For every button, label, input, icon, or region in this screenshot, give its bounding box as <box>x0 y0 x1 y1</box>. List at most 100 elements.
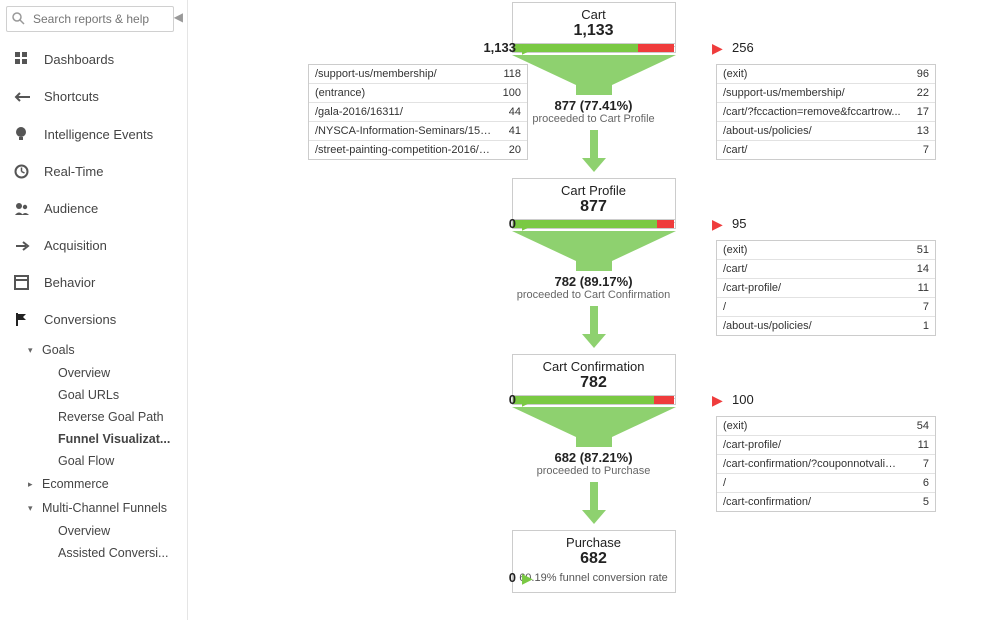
count-cell: 14 <box>901 261 929 277</box>
table-row[interactable]: /support-us/membership/22 <box>717 84 935 103</box>
table-row[interactable]: /cart-confirmation/?couponnotvalid=17 <box>717 455 935 474</box>
nav-audience[interactable]: Audience <box>0 190 187 227</box>
path-cell: / <box>723 475 901 491</box>
stage-cart-confirmation: Cart Confirmation 782 <box>512 354 676 399</box>
stage-title: Purchase <box>519 535 669 550</box>
behavior-icon <box>14 275 32 290</box>
subnav-mcf-assisted[interactable]: Assisted Conversi... <box>24 542 187 564</box>
path-cell: / <box>723 299 901 315</box>
nav-label: Acquisition <box>44 238 107 253</box>
count-cell: 17 <box>901 104 929 120</box>
arrow-down-icon <box>579 306 609 348</box>
table-row[interactable]: (exit)54 <box>717 417 935 436</box>
path-cell: (exit) <box>723 66 901 82</box>
nav-shortcuts[interactable]: Shortcuts <box>0 78 187 115</box>
table-row[interactable]: /about-us/policies/13 <box>717 122 935 141</box>
exits-count: 100 <box>732 392 754 407</box>
funnel-shape-icon <box>512 231 676 271</box>
table-row[interactable]: /7 <box>717 298 935 317</box>
nav-label: Behavior <box>44 275 95 290</box>
nav-realtime[interactable]: Real-Time <box>0 153 187 190</box>
table-row[interactable]: (entrance)100 <box>309 84 527 103</box>
proceed-sub: proceeded to Cart Profile <box>532 113 654 125</box>
count-cell: 51 <box>901 242 929 258</box>
proceed-label: 877 (77.41%) proceeded to Cart Profile <box>532 98 654 125</box>
nav-conversions[interactable]: Conversions <box>0 301 187 338</box>
search-input[interactable] <box>6 6 174 32</box>
shortcuts-icon <box>14 92 32 102</box>
subnav-goals[interactable]: Goals <box>24 338 187 362</box>
stage-cart-profile: Cart Profile 877 <box>512 178 676 223</box>
path-cell: /street-painting-competition-2016/16... <box>315 142 493 158</box>
subnav-label: Ecommerce <box>42 477 109 491</box>
collapse-sidebar-icon[interactable]: ◀ <box>174 10 183 24</box>
stage-title: Cart Profile <box>519 183 669 198</box>
subnav-goal-urls[interactable]: Goal URLs <box>24 384 187 406</box>
table-row[interactable]: /cart-profile/11 <box>717 436 935 455</box>
count-cell: 1 <box>901 318 929 334</box>
sidebar: ◀ Dashboards Shortcuts Intelligence Even… <box>0 0 188 620</box>
path-cell: /NYSCA-Information-Seminars/15959/ <box>315 123 493 139</box>
path-cell: (exit) <box>723 242 901 258</box>
nav-label: Shortcuts <box>44 89 99 104</box>
nav-dashboards[interactable]: Dashboards <box>0 40 187 78</box>
table-row[interactable]: /6 <box>717 474 935 493</box>
stage-bar-cart-confirmation <box>512 395 676 405</box>
entries-count: 1,133 <box>466 40 516 55</box>
count-cell: 5 <box>901 494 929 510</box>
exits-triangle-icon: ▶ <box>712 392 723 409</box>
nav-intelligence[interactable]: Intelligence Events <box>0 115 187 153</box>
table-row[interactable]: /cart-confirmation/5 <box>717 493 935 511</box>
exit-paths-table: (exit)96/support-us/membership/22/cart/?… <box>716 64 936 160</box>
table-row[interactable]: /cart/?fccaction=remove&fccartrow...17 <box>717 103 935 122</box>
funnel-report: Cart 1,133 1,133 ▶ ▶ 256 /support-us/mem… <box>188 0 999 620</box>
path-cell: /support-us/membership/ <box>723 85 901 101</box>
count-cell: 13 <box>901 123 929 139</box>
table-row[interactable]: /cart/7 <box>717 141 935 159</box>
entries-triangle-icon: ▶ <box>522 570 533 587</box>
count-cell: 20 <box>493 142 521 158</box>
subnav-mcf-overview[interactable]: Overview <box>24 520 187 542</box>
entry-paths-table: /support-us/membership/118(entrance)100/… <box>308 64 528 160</box>
flag-icon <box>14 312 32 327</box>
subnav-ecommerce[interactable]: Ecommerce <box>24 472 187 496</box>
subnav-goal-flow[interactable]: Goal Flow <box>24 450 187 472</box>
entries-count: 0 <box>466 570 516 585</box>
subnav-multichannel[interactable]: Multi-Channel Funnels <box>24 496 187 520</box>
bulb-icon <box>14 126 32 142</box>
subnav-overview[interactable]: Overview <box>24 362 187 384</box>
exits-triangle-icon: ▶ <box>712 216 723 233</box>
nav-acquisition[interactable]: Acquisition <box>0 227 187 264</box>
dashboards-icon <box>14 51 32 67</box>
exits-triangle-icon: ▶ <box>712 40 723 57</box>
table-row[interactable]: /street-painting-competition-2016/16...2… <box>309 141 527 159</box>
acquisition-icon <box>14 240 32 252</box>
entries-count: 0 <box>466 392 516 407</box>
exit-paths-table: (exit)54/cart-profile/11/cart-confirmati… <box>716 416 936 512</box>
path-cell: /cart-profile/ <box>723 280 901 296</box>
path-cell: /support-us/membership/ <box>315 66 493 82</box>
count-cell: 7 <box>901 142 929 158</box>
table-row[interactable]: (exit)96 <box>717 65 935 84</box>
table-row[interactable]: /support-us/membership/118 <box>309 65 527 84</box>
proceed-sub: proceeded to Purchase <box>537 465 651 477</box>
stage-title: Cart Confirmation <box>519 359 669 374</box>
nav-behavior[interactable]: Behavior <box>0 264 187 301</box>
funnel-shape-icon <box>512 55 676 95</box>
count-cell: 96 <box>901 66 929 82</box>
arrow-down-icon <box>579 130 609 172</box>
audience-icon <box>14 202 32 216</box>
table-row[interactable]: /NYSCA-Information-Seminars/15959/41 <box>309 122 527 141</box>
table-row[interactable]: /cart/14 <box>717 260 935 279</box>
clock-icon <box>14 164 32 179</box>
table-row[interactable]: /about-us/policies/1 <box>717 317 935 335</box>
table-row[interactable]: (exit)51 <box>717 241 935 260</box>
proceed-count: 682 (87.21%) <box>537 450 651 465</box>
path-cell: (exit) <box>723 418 901 434</box>
table-row[interactable]: /cart-profile/11 <box>717 279 935 298</box>
subnav-reverse-goal-path[interactable]: Reverse Goal Path <box>24 406 187 428</box>
subnav-funnel-visualization[interactable]: Funnel Visualizat... <box>24 428 187 450</box>
nav-label: Dashboards <box>44 52 114 67</box>
entries-count: 0 <box>466 216 516 231</box>
table-row[interactable]: /gala-2016/16311/44 <box>309 103 527 122</box>
